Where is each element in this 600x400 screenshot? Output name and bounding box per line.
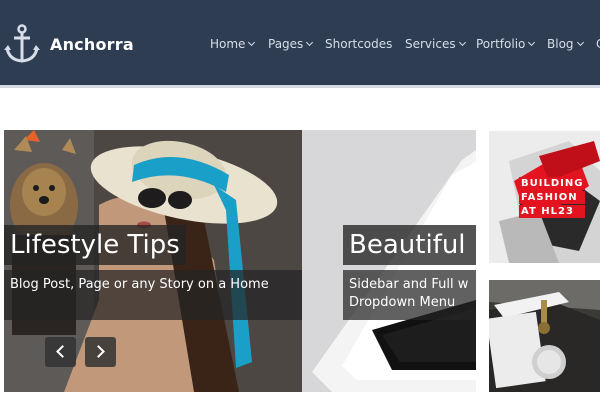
slide-subtitle-beautiful: Sidebar and Full w Dropdown Menu — [343, 270, 476, 320]
nav-item-label: Services — [405, 37, 456, 51]
chevron-down-icon — [306, 38, 314, 47]
site-header: Anchorra Home Pages Shortcodes Services … — [0, 0, 600, 88]
slide-subtitle-lifestyle: Blog Post, Page or any Story on a Home — [4, 270, 302, 320]
nav-item-label: C — [596, 37, 600, 51]
slide-title-lifestyle: Lifestyle Tips — [4, 225, 186, 265]
nav-item-home[interactable]: Home — [210, 37, 256, 51]
site-brand[interactable]: Anchorra — [50, 35, 134, 54]
nav-item-label: Portfolio — [476, 37, 526, 51]
chevron-right-icon — [92, 345, 105, 358]
nav-item-contact[interactable]: C — [596, 37, 600, 51]
nav-item-pages[interactable]: Pages — [268, 37, 314, 51]
fashion-headline: BUILDING FASHION AT HL23 — [519, 177, 585, 219]
nav-item-services[interactable]: Services — [405, 37, 466, 51]
nav-item-label: Shortcodes — [325, 37, 393, 51]
thumbnail-desk-image — [489, 280, 600, 392]
slide-title-beautiful: Beautiful — [343, 225, 476, 265]
fashion-line: BUILDING — [519, 177, 585, 190]
nav-item-portfolio[interactable]: Portfolio — [476, 37, 536, 51]
slider-prev-button[interactable] — [45, 337, 76, 367]
fashion-line: AT HL23 — [519, 205, 585, 218]
chevron-down-icon — [576, 38, 584, 47]
nav-item-blog[interactable]: Blog — [547, 37, 584, 51]
hero-slider: Lifestyle Tips Blog Post, Page or any St… — [4, 130, 476, 392]
thumbnail-desk[interactable] — [489, 280, 600, 392]
nav-item-label: Blog — [547, 37, 574, 51]
anchor-icon[interactable] — [4, 24, 40, 64]
nav-item-shortcodes[interactable]: Shortcodes — [325, 37, 392, 51]
nav-item-label: Home — [210, 37, 246, 51]
chevron-down-icon — [528, 38, 536, 47]
fashion-line: FASHION — [519, 191, 585, 204]
chevron-down-icon — [248, 38, 256, 47]
nav-item-label: Pages — [268, 37, 304, 51]
slider-next-button[interactable] — [85, 337, 116, 367]
chevron-left-icon — [56, 345, 69, 358]
chevron-down-icon — [458, 38, 466, 47]
thumbnail-fashion[interactable]: BUILDING FASHION AT HL23 — [489, 131, 600, 263]
